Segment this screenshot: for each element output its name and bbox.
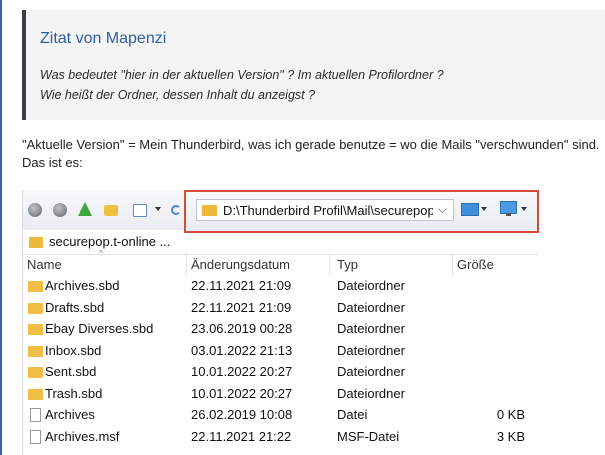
file-row[interactable]: Trash.sbd 10.01.2022 20:27 Dateiordner (23, 384, 539, 406)
column-header-size[interactable]: Größe (457, 257, 494, 272)
folder-icon (28, 345, 43, 357)
file-name: Archives.msf (45, 428, 120, 444)
file-name: Archives.sbd (45, 278, 120, 293)
folder-icon (28, 324, 43, 335)
quote-line-1: Was bedeutet "hier in der aktuellen Vers… (40, 68, 444, 82)
file-date: 26.02.2019 10:08 (191, 407, 293, 422)
file-name: Sent.sbd (45, 364, 97, 379)
file-name: Inbox.sbd (45, 342, 102, 358)
file-type: Dateiordner (337, 278, 405, 293)
file-size: 0 KB (496, 407, 525, 422)
file-size: 3 KB (496, 428, 525, 444)
chevron-down-icon[interactable] (155, 207, 161, 211)
file-name: Drafts.sbd (45, 299, 105, 315)
up-folder-icon[interactable] (78, 202, 92, 216)
file-date: 23.06.2019 00:28 (191, 321, 293, 336)
file-name: Trash.sbd (45, 385, 103, 401)
sort-indicator-icon: ^ (99, 248, 104, 258)
column-separator[interactable] (186, 252, 187, 276)
back-icon[interactable] (28, 203, 42, 217)
file-date: 22.11.2021 21:09 (191, 278, 292, 293)
address-highlight-box (184, 190, 539, 233)
breadcrumb-label[interactable]: securepop.t-online ... (49, 234, 170, 249)
refresh-icon[interactable] (171, 205, 181, 215)
file-row[interactable]: Drafts.sbd 22.11.2021 21:09 Dateiordner (23, 298, 539, 320)
file-type: Dateiordner (337, 342, 405, 358)
file-date: 22.11.2021 21:22 (191, 428, 292, 444)
quote-block: Zitat von Mapenzi Was bedeutet "hier in … (22, 10, 605, 120)
file-type: MSF-Datei (337, 428, 400, 444)
quote-line-2: Wie heißt der Ordner, dessen Inhalt du a… (40, 88, 316, 102)
file-date: 10.01.2022 20:27 (191, 364, 293, 379)
file-type: Dateiordner (337, 299, 405, 315)
file-type: Datei (337, 407, 368, 422)
column-header-name[interactable]: Name (27, 257, 62, 272)
file-row[interactable]: Archives.sbd 22.11.2021 21:09 Dateiordne… (23, 276, 539, 298)
file-row[interactable]: Archives.msf 22.11.2021 21:22 MSF-Datei … (23, 427, 539, 449)
new-folder-icon[interactable] (104, 205, 118, 216)
view-mode-icon[interactable] (133, 204, 147, 217)
folder-icon (28, 388, 43, 400)
folder-icon (29, 237, 43, 248)
file-date: 03.01.2022 21:13 (191, 342, 293, 358)
file-date: 10.01.2022 20:27 (191, 385, 293, 401)
file-row[interactable]: Ebay Diverses.sbd 23.06.2019 00:28 Datei… (23, 319, 539, 341)
forum-post-left-rule (0, 0, 2, 455)
file-row[interactable]: Inbox.sbd 03.01.2022 21:13 Dateiordner (23, 341, 539, 363)
forward-icon[interactable] (53, 203, 67, 217)
file-date: 22.11.2021 21:09 (191, 299, 292, 315)
explorer-screenshot: D:\Thunderbird Profil\Mail\securepop.t-o… (22, 190, 539, 455)
quote-title[interactable]: Zitat von Mapenzi (40, 30, 166, 48)
file-row[interactable]: Archives 26.02.2019 10:08 Datei 0 KB (23, 405, 539, 427)
column-separator[interactable] (452, 252, 453, 276)
file-name: Archives (45, 407, 95, 422)
file-icon (30, 408, 41, 422)
file-icon (30, 429, 41, 444)
folder-icon (28, 302, 43, 314)
file-row[interactable]: Sent.sbd 10.01.2022 20:27 Dateiordner (23, 362, 539, 384)
column-header-date[interactable]: Änderungsdatum (191, 257, 290, 272)
folder-icon (28, 367, 43, 378)
reply-text-line-1: "Aktuelle Version" = Mein Thunderbird, w… (22, 137, 600, 152)
reply-text-line-2: Das ist es: (22, 155, 83, 170)
file-type: Dateiordner (337, 364, 405, 379)
file-type: Dateiordner (337, 321, 405, 336)
column-separator[interactable] (329, 252, 330, 276)
file-type: Dateiordner (337, 385, 405, 401)
file-name: Ebay Diverses.sbd (45, 321, 154, 336)
column-header-type[interactable]: Typ (337, 257, 358, 272)
folder-icon (28, 281, 43, 292)
